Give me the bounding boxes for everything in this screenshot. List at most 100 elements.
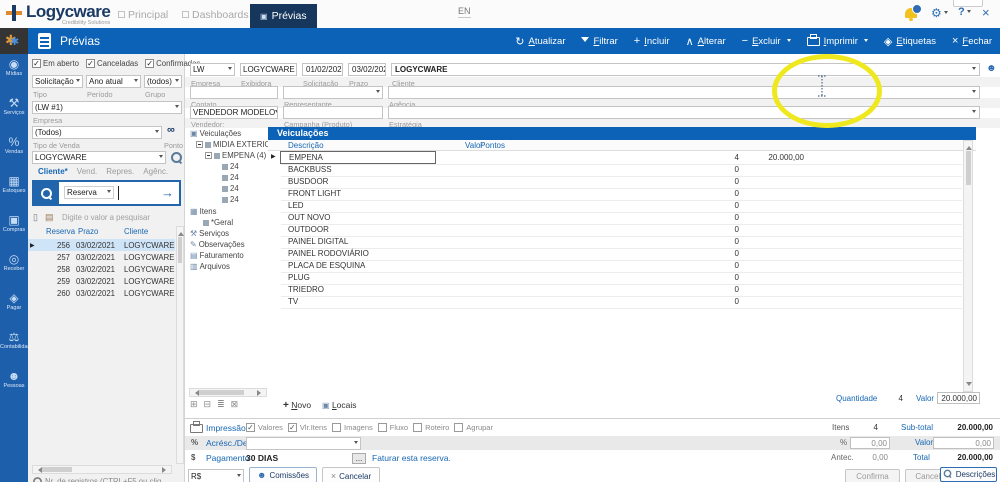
acresc-select[interactable]	[246, 437, 361, 450]
cliente-field[interactable]: LOGYCWARE	[391, 63, 980, 76]
sidebar-item-estoques[interactable]: ▦Estoques	[0, 171, 28, 210]
cliente-select[interactable]: LOGYCWARE	[32, 151, 166, 164]
tree-node-observacoes[interactable]: ✎Observações	[190, 240, 245, 249]
collapse-icon[interactable]	[196, 141, 203, 148]
checkbox-canceladas[interactable]: ✓Canceladas	[86, 59, 138, 68]
grid-col-prazo[interactable]: Prazo	[78, 227, 98, 236]
tree-node-24[interactable]: 24	[222, 184, 239, 193]
pagamento-more-button[interactable]: ...	[352, 453, 366, 464]
empresa-field[interactable]: LW	[190, 63, 235, 76]
tree-node-arquivos[interactable]: ▥Arquivos	[190, 262, 230, 271]
sidebar-item-vendas[interactable]: %Vendas	[0, 132, 28, 171]
tree-node-geral[interactable]: *Geral	[203, 218, 233, 227]
tree-node-24[interactable]: 24	[222, 162, 239, 171]
binoculars-icon[interactable]: ∞	[167, 124, 175, 136]
labels-button[interactable]: ◈Etiquetas	[884, 35, 936, 48]
sidebar-item-compras[interactable]: ▣Compras	[0, 210, 28, 249]
window-close-icon[interactable]: ×	[982, 5, 990, 20]
entity-tab-cliente[interactable]: Cliente*	[38, 167, 68, 176]
sidebar-item-midias[interactable]: ◉Mídias	[0, 54, 28, 93]
tree-list-view-icon[interactable]: ≣	[217, 399, 225, 410]
solicitacao-field[interactable]: 01/02/2021	[302, 63, 343, 76]
tipo-venda-select[interactable]: (Todos)	[32, 126, 162, 139]
confirma-button[interactable]: Confirma	[845, 469, 900, 482]
vendedor-field[interactable]: VENDEDOR MODELO	[190, 106, 278, 119]
entity-tab-agencia[interactable]: Agênc.	[143, 167, 168, 176]
sidebar-item-pessoas[interactable]: ☻Pessoas	[0, 366, 28, 405]
filter-button[interactable]: Filtrar	[581, 36, 617, 47]
alter-button[interactable]: ∧Alterar	[686, 35, 726, 48]
exibidora-field[interactable]: LOGYCWARE SISTE	[240, 63, 297, 76]
checkbox-vlr-itens[interactable]: ✓Vlr.Itens	[288, 423, 327, 432]
search-input[interactable]	[118, 186, 119, 200]
currency-select[interactable]: R$	[188, 469, 244, 482]
table-scrollbar[interactable]	[963, 140, 973, 392]
tree-node-veiculacoes[interactable]: ▣Veiculações	[190, 129, 241, 138]
reservation-list-scrollbar[interactable]	[176, 226, 184, 464]
valor-input[interactable]: 0,00	[933, 437, 994, 449]
sidebar-item-servicos[interactable]: ⚒Serviços	[0, 93, 28, 132]
tree-collapse-all-icon[interactable]: ⊟	[204, 399, 212, 410]
tab-previas[interactable]: ▣Prévias	[250, 4, 317, 28]
language-selector[interactable]: EN	[458, 6, 471, 18]
clipboard-icon[interactable]: ▯	[33, 212, 38, 223]
search-entity-icon[interactable]	[171, 152, 182, 166]
pagamento-value[interactable]: 30 DIAS	[246, 453, 278, 463]
tree-node-itens[interactable]: ▦Itens	[190, 207, 216, 216]
reservation-row[interactable]: 26003/02/2021LOGYCWARE	[28, 287, 175, 299]
representante-field[interactable]	[283, 86, 383, 99]
include-button[interactable]: +Incluir	[634, 35, 670, 47]
checkbox-agrupar[interactable]: Agrupar	[454, 423, 493, 432]
novo-button[interactable]: + Novo	[283, 400, 311, 411]
tree-node-24[interactable]: 24	[222, 173, 239, 182]
empresa-select[interactable]: (LW #1)	[32, 101, 182, 114]
people-plus-icon[interactable]: ☻	[986, 63, 997, 74]
pagamento-link[interactable]: Pagamento	[206, 453, 249, 463]
refresh-button[interactable]: ↻Atualizar	[515, 35, 565, 48]
locais-button[interactable]: ▣ Locais	[322, 400, 357, 410]
reservation-list-hscrollbar[interactable]	[32, 465, 172, 474]
periodo-select[interactable]: Ano atual	[86, 75, 141, 88]
contato-field[interactable]	[190, 86, 278, 99]
entity-tab-vendedor[interactable]: Vend.	[77, 167, 97, 176]
prazo-field[interactable]: 03/02/2021	[348, 63, 386, 76]
settings-gear-icon[interactable]: ⚙	[931, 6, 948, 20]
estrategia-field[interactable]	[388, 106, 980, 119]
tipo-select[interactable]: Solicitação	[32, 75, 83, 88]
tab-principal[interactable]: Principal	[118, 9, 168, 21]
grid-copy-icon[interactable]: ▤	[45, 212, 54, 223]
impressao-link[interactable]: Impressão	[206, 423, 246, 433]
print-button[interactable]: Imprimir	[807, 36, 868, 47]
faturar-link[interactable]: Faturar esta reserva.	[372, 453, 451, 463]
collapse-icon[interactable]	[205, 152, 212, 159]
checkbox-imagens[interactable]: Imagens	[332, 423, 373, 432]
delete-button[interactable]: −Excluir	[742, 35, 791, 47]
tree-expand-all-icon[interactable]: ⊞	[190, 399, 198, 410]
grupo-select[interactable]: (todos)	[144, 75, 182, 88]
search-field-select[interactable]: Reserva	[64, 186, 114, 199]
sidebar-item-pagar[interactable]: ◈Pagar	[0, 288, 28, 327]
col-descricao[interactable]: Descrição	[288, 141, 324, 150]
reservation-row[interactable]: ▶25603/02/2021LOGYCWARE	[28, 239, 175, 251]
campanha-field[interactable]	[283, 106, 383, 119]
checkbox-valores[interactable]: ✓Valores	[246, 423, 283, 432]
search-go-icon[interactable]: →	[161, 185, 174, 200]
table-row[interactable]: TV0	[281, 296, 962, 309]
grid-col-reserva[interactable]: Reserva	[46, 227, 75, 236]
comissoes-button[interactable]: ☻Comissões	[249, 467, 317, 482]
tree-node-faturamento[interactable]: ▤Faturamento	[190, 251, 244, 260]
pct-input[interactable]: 0,00	[850, 437, 890, 449]
col-valor[interactable]: Valor	[465, 141, 483, 150]
sidebar-item-contabilidade[interactable]: ⚖Contabilidade	[0, 327, 28, 366]
checkbox-fluxo[interactable]: Fluxo	[378, 423, 408, 432]
tree-close-view-icon[interactable]: ⊠	[231, 399, 239, 410]
agencia-field[interactable]	[388, 86, 980, 99]
close-module-button[interactable]: ×Fechar	[952, 35, 992, 47]
help-icon[interactable]: ?	[958, 6, 971, 18]
tree-node-empena[interactable]: EMPENA (4)	[205, 151, 266, 160]
reservation-row[interactable]: 25803/02/2021LOGYCWARE	[28, 263, 175, 275]
reservation-row[interactable]: 25703/02/2021LOGYCWARE	[28, 251, 175, 263]
notifications-bell-icon[interactable]	[905, 8, 917, 18]
tree-node-24[interactable]: 24	[222, 195, 239, 204]
entity-tab-representante[interactable]: Repres.	[106, 167, 134, 176]
